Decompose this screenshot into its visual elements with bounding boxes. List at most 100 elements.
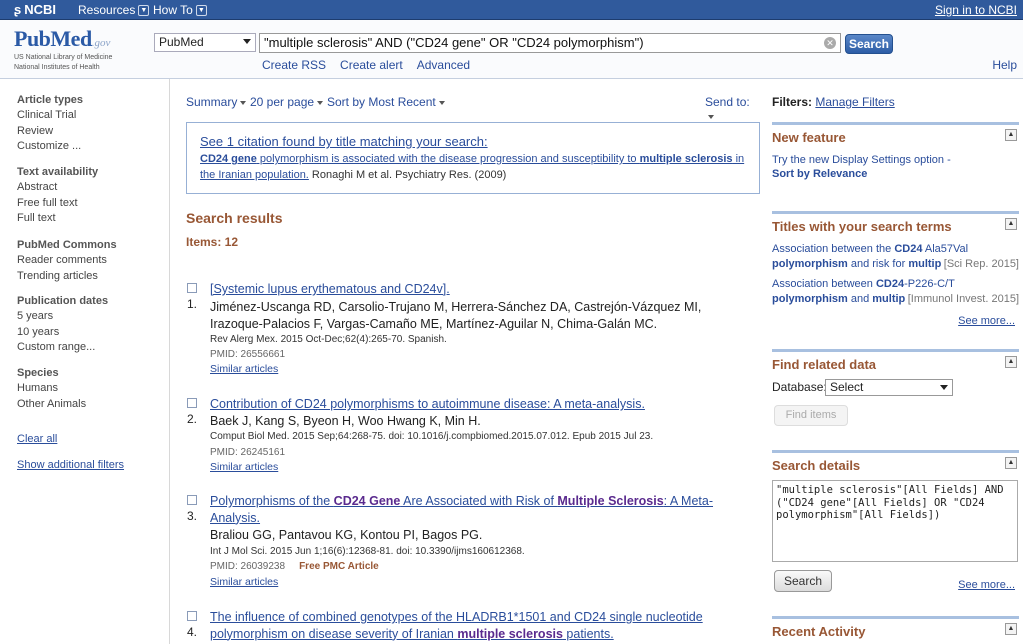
see-more-details-link[interactable]: See more... bbox=[958, 579, 1015, 591]
find-items-button[interactable]: Find items bbox=[774, 405, 848, 426]
result-title-link[interactable]: The influence of combined genotypes of t… bbox=[210, 609, 756, 642]
species-group: Species Humans Other Animals bbox=[17, 367, 86, 412]
result-authors: Braliou GG, Pantavou KG, Kontou PI, Bago… bbox=[210, 528, 483, 542]
search-button[interactable]: Search bbox=[845, 34, 893, 54]
article-types-group: Article types Clinical Trial Review Cust… bbox=[17, 94, 83, 155]
send-to-menu[interactable]: Send to: bbox=[705, 95, 756, 123]
create-rss-link[interactable]: Create RSS bbox=[262, 58, 326, 72]
collapse-icon[interactable]: ▲ bbox=[1005, 623, 1017, 635]
filter-other-animals[interactable]: Other Animals bbox=[17, 397, 86, 413]
pubmed-commons-group: PubMed Commons Reader comments Trending … bbox=[17, 239, 117, 284]
sort-menu[interactable]: Sort by Most Recent bbox=[327, 95, 445, 109]
collapse-icon[interactable]: ▲ bbox=[1005, 457, 1017, 469]
result-item: 3. Polymorphisms of the CD24 Gene Are As… bbox=[186, 493, 756, 593]
manage-filters-link[interactable]: Manage Filters bbox=[815, 95, 894, 109]
filter-abstract[interactable]: Abstract bbox=[17, 180, 98, 196]
ncbi-logo[interactable]: ʂ NCBI bbox=[14, 2, 56, 17]
dropdown-arrow-icon bbox=[438, 100, 445, 105]
see-more-titles-link[interactable]: See more... bbox=[958, 315, 1015, 327]
result-journal: Comput Biol Med. 2015 Sep;64:268-75. doi… bbox=[210, 431, 654, 442]
advanced-search-link[interactable]: Advanced bbox=[417, 58, 470, 72]
filter-custom-range[interactable]: Custom range... bbox=[17, 340, 108, 356]
result-checkbox[interactable] bbox=[187, 398, 197, 408]
similar-articles-link[interactable]: Similar articles bbox=[210, 363, 278, 375]
result-title-link[interactable]: Contribution of CD24 polymorphisms to au… bbox=[210, 396, 756, 413]
collapse-icon[interactable]: ▲ bbox=[1005, 129, 1017, 141]
find-related-data-panel: Find related data ▲ Database: Select Fin… bbox=[772, 349, 1019, 429]
sort-by-relevance-link[interactable]: Sort by Relevance bbox=[772, 167, 867, 182]
chevron-down-icon: ▼ bbox=[195, 4, 207, 16]
related-database-select[interactable]: Select bbox=[825, 379, 953, 396]
clear-icon[interactable]: ✕ bbox=[824, 37, 836, 49]
create-alert-link[interactable]: Create alert bbox=[340, 58, 403, 72]
howto-menu[interactable]: How To ▼ bbox=[153, 3, 207, 17]
result-checkbox[interactable] bbox=[187, 283, 197, 293]
help-link[interactable]: Help bbox=[992, 58, 1017, 72]
new-feature-panel: New feature ▲ Try the new Display Settin… bbox=[772, 122, 1019, 192]
resources-menu[interactable]: Resources ▼ bbox=[78, 3, 150, 17]
search-details-panel: Search details ▲ "multiple sclerosis"[Al… bbox=[772, 450, 1019, 595]
show-additional-filters-link[interactable]: Show additional filters bbox=[17, 459, 124, 471]
result-item: 1. [Systemic lupus erythematous and CD24… bbox=[186, 281, 756, 381]
result-title-link[interactable]: Polymorphisms of the CD24 Gene Are Assoc… bbox=[210, 493, 756, 526]
similar-articles-link[interactable]: Similar articles bbox=[210, 461, 278, 473]
results-toolbar: Summary 20 per page Sort by Most Recent … bbox=[186, 95, 756, 119]
sign-in-link[interactable]: Sign in to NCBI bbox=[935, 3, 1017, 17]
result-checkbox[interactable] bbox=[187, 495, 197, 505]
pubmed-logo[interactable]: PubMed.gov US National Library of Medici… bbox=[14, 26, 112, 72]
similar-articles-link[interactable]: Similar articles bbox=[210, 576, 278, 588]
publication-dates-group: Publication dates 5 years 10 years Custo… bbox=[17, 295, 108, 356]
filter-10-years[interactable]: 10 years bbox=[17, 325, 108, 341]
database-select[interactable]: PubMed bbox=[154, 33, 256, 52]
result-journal: Int J Mol Sci. 2015 Jun 1;16(6):12368-81… bbox=[210, 546, 525, 557]
result-journal: Rev Alerg Mex. 2015 Oct-Dec;62(4):265-70… bbox=[210, 334, 447, 345]
filter-trending-articles[interactable]: Trending articles bbox=[17, 269, 117, 285]
filters-label: Filters: Manage Filters bbox=[772, 95, 895, 109]
result-pmid: PMID: 26245161 bbox=[210, 447, 286, 458]
result-authors: Baek J, Kang S, Byeon H, Woo Hwang K, Mi… bbox=[210, 414, 481, 428]
filter-sidebar: Article types Clinical Trial Review Cust… bbox=[0, 79, 170, 644]
search-details-textarea[interactable]: "multiple sclerosis"[All Fields] AND ("C… bbox=[772, 480, 1018, 562]
free-pmc-article-badge: Free PMC Article bbox=[299, 561, 379, 572]
result-checkbox[interactable] bbox=[187, 611, 197, 621]
dropdown-arrow-icon bbox=[940, 385, 948, 390]
related-title-link[interactable]: Association between the CD24 Ala57Val po… bbox=[772, 242, 1019, 272]
result-item: 4. The influence of combined genotypes o… bbox=[186, 609, 756, 644]
titles-with-terms-panel: Titles with your search terms ▲ Associat… bbox=[772, 211, 1019, 331]
citation-match-body: CD24 gene polymorphism is associated wit… bbox=[200, 153, 745, 181]
filter-review[interactable]: Review bbox=[17, 124, 83, 140]
filter-humans[interactable]: Humans bbox=[17, 381, 86, 397]
search-subnav: Create RSS Create alert Advanced bbox=[262, 58, 470, 72]
recent-activity-panel: Recent Activity ▲ bbox=[772, 616, 1019, 644]
text-availability-group: Text availability Abstract Free full tex… bbox=[17, 166, 98, 227]
collapse-icon[interactable]: ▲ bbox=[1005, 218, 1017, 230]
search-results-heading: Search results bbox=[186, 210, 283, 226]
result-pmid: PMID: 26039238 Free PMC Article bbox=[210, 561, 379, 572]
citation-match-title[interactable]: See 1 citation found by title matching y… bbox=[200, 134, 488, 149]
related-title-link[interactable]: Association between CD24-P226-C/T polymo… bbox=[772, 277, 1019, 307]
chevron-down-icon: ▼ bbox=[138, 4, 150, 16]
dropdown-arrow-icon bbox=[708, 114, 714, 119]
search-header: PubMed.gov US National Library of Medici… bbox=[0, 20, 1023, 79]
filter-full-text[interactable]: Full text bbox=[17, 211, 98, 227]
filter-5-years[interactable]: 5 years bbox=[17, 309, 108, 325]
results-count: Items: 12 bbox=[186, 235, 239, 249]
result-authors: Jiménez-Uscanga RD, Carsolio-Trujano M, … bbox=[210, 300, 702, 331]
search-details-button[interactable]: Search bbox=[774, 570, 832, 592]
collapse-icon[interactable]: ▲ bbox=[1005, 356, 1017, 368]
ncbi-helix-icon: ʂ bbox=[14, 2, 22, 17]
filter-clinical-trial[interactable]: Clinical Trial bbox=[17, 108, 83, 124]
dropdown-arrow-icon bbox=[240, 100, 247, 105]
ncbi-top-bar: ʂ NCBI Resources ▼ How To ▼ Sign in to N… bbox=[0, 0, 1023, 20]
clear-all-link[interactable]: Clear all bbox=[17, 433, 57, 445]
search-input[interactable]: "multiple sclerosis" AND ("CD24 gene" OR… bbox=[259, 33, 841, 53]
result-title-link[interactable]: [Systemic lupus erythematous and CD24v]. bbox=[210, 281, 756, 298]
result-item: 2. Contribution of CD24 polymorphisms to… bbox=[186, 396, 756, 476]
per-page-menu[interactable]: 20 per page bbox=[250, 95, 324, 109]
result-pmid: PMID: 26556661 bbox=[210, 349, 286, 360]
filter-reader-comments[interactable]: Reader comments bbox=[17, 253, 117, 269]
filter-free-full-text[interactable]: Free full text bbox=[17, 196, 98, 212]
dropdown-arrow-icon bbox=[243, 39, 251, 44]
summary-format-menu[interactable]: Summary bbox=[186, 95, 247, 109]
filter-customize[interactable]: Customize ... bbox=[17, 139, 83, 155]
